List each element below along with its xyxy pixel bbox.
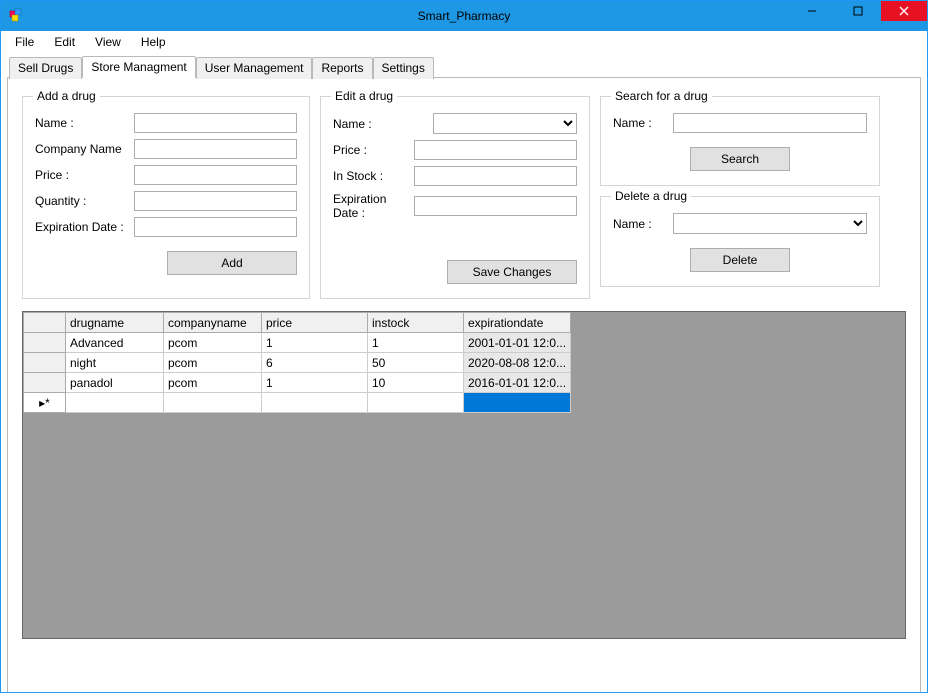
delete-name-label: Name : — [613, 217, 673, 231]
tab-sell-drugs[interactable]: Sell Drugs — [9, 57, 82, 79]
edit-price-label: Price : — [333, 143, 414, 157]
add-quantity-input[interactable] — [134, 191, 297, 211]
cell-price[interactable]: 1 — [262, 373, 368, 393]
add-price-input[interactable] — [134, 165, 297, 185]
tab-settings[interactable]: Settings — [373, 57, 434, 79]
cell-instock[interactable]: 50 — [368, 353, 464, 373]
menu-view[interactable]: View — [85, 33, 131, 51]
edit-price-input[interactable] — [414, 140, 577, 160]
add-name-label: Name : — [35, 116, 134, 130]
tab-store-management[interactable]: Store Managment — [82, 56, 195, 78]
add-expiration-input[interactable] — [134, 217, 297, 237]
search-button[interactable]: Search — [690, 147, 790, 171]
add-quantity-label: Quantity : — [35, 194, 134, 208]
window-frame: Smart_Pharmacy File Edit View Help Sell … — [0, 0, 928, 693]
grid-header-price[interactable]: price — [262, 313, 368, 333]
delete-button[interactable]: Delete — [690, 248, 790, 272]
edit-expiration-input[interactable] — [414, 196, 577, 216]
grid-header-instock[interactable]: instock — [368, 313, 464, 333]
minimize-button[interactable] — [789, 1, 835, 21]
row-header[interactable] — [24, 333, 66, 353]
cell-price[interactable] — [262, 393, 368, 413]
menu-file[interactable]: File — [5, 33, 44, 51]
cell-expirationdate[interactable]: 2001-01-01 12:0... — [464, 333, 571, 353]
add-company-label: Company Name — [35, 142, 134, 156]
table-row: night pcom 6 50 2020-08-08 12:0... — [24, 353, 571, 373]
edit-expiration-label: Expiration Date : — [333, 192, 414, 220]
edit-drug-group: Edit a drug Name : Price : In Stock : Ex… — [320, 96, 590, 299]
cell-drugname[interactable]: panadol — [66, 373, 164, 393]
menu-edit[interactable]: Edit — [44, 33, 85, 51]
grid-header-companyname[interactable]: companyname — [164, 313, 262, 333]
delete-drug-group: Delete a drug Name : Delete — [600, 196, 880, 287]
tab-reports[interactable]: Reports — [312, 57, 372, 79]
add-button[interactable]: Add — [167, 251, 297, 275]
grid-header-expirationdate[interactable]: expirationdate — [464, 313, 571, 333]
menu-help[interactable]: Help — [131, 33, 176, 51]
grid-header-drugname[interactable]: drugname — [66, 313, 164, 333]
cell-drugname[interactable] — [66, 393, 164, 413]
row-header[interactable] — [24, 373, 66, 393]
maximize-button[interactable] — [835, 1, 881, 21]
menubar: File Edit View Help — [1, 31, 927, 53]
cell-companyname[interactable] — [164, 393, 262, 413]
cell-price[interactable]: 1 — [262, 333, 368, 353]
add-drug-legend: Add a drug — [33, 89, 100, 103]
close-button[interactable] — [881, 1, 927, 21]
cell-companyname[interactable]: pcom — [164, 353, 262, 373]
grid-corner[interactable] — [24, 313, 66, 333]
edit-instock-label: In Stock : — [333, 169, 414, 183]
cell-drugname[interactable]: night — [66, 353, 164, 373]
table-new-row: ▸* — [24, 393, 571, 413]
add-expiration-label: Expiration Date : — [35, 220, 134, 234]
delete-name-combo[interactable] — [673, 213, 867, 234]
cell-instock[interactable] — [368, 393, 464, 413]
edit-drug-legend: Edit a drug — [331, 89, 397, 103]
cell-expirationdate[interactable]: 2016-01-01 12:0... — [464, 373, 571, 393]
search-drug-legend: Search for a drug — [611, 89, 712, 103]
search-name-label: Name : — [613, 116, 673, 130]
cell-drugname[interactable]: Advanced — [66, 333, 164, 353]
edit-instock-input[interactable] — [414, 166, 577, 186]
delete-drug-legend: Delete a drug — [611, 189, 691, 203]
table-row: Advanced pcom 1 1 2001-01-01 12:0... — [24, 333, 571, 353]
cell-companyname[interactable]: pcom — [164, 373, 262, 393]
tabstrip: Sell Drugs Store Managment User Manageme… — [7, 55, 921, 78]
cell-price[interactable]: 6 — [262, 353, 368, 373]
titlebar[interactable]: Smart_Pharmacy — [1, 1, 927, 31]
cell-expirationdate[interactable]: 2020-08-08 12:0... — [464, 353, 571, 373]
drug-grid[interactable]: drugname companyname price instock expir… — [22, 311, 906, 639]
add-drug-group: Add a drug Name : Company Name Price : Q… — [22, 96, 310, 299]
new-row-marker[interactable]: ▸* — [24, 393, 66, 413]
edit-name-label: Name : — [333, 117, 433, 131]
cell-instock[interactable]: 1 — [368, 333, 464, 353]
search-drug-group: Search for a drug Name : Search — [600, 96, 880, 186]
tab-content: Add a drug Name : Company Name Price : Q… — [7, 78, 921, 693]
row-header[interactable] — [24, 353, 66, 373]
cell-expirationdate[interactable] — [464, 393, 571, 413]
add-price-label: Price : — [35, 168, 134, 182]
edit-name-combo[interactable] — [433, 113, 577, 134]
search-name-input[interactable] — [673, 113, 867, 133]
cell-companyname[interactable]: pcom — [164, 333, 262, 353]
save-changes-button[interactable]: Save Changes — [447, 260, 577, 284]
tab-user-management[interactable]: User Management — [196, 57, 313, 79]
add-name-input[interactable] — [134, 113, 297, 133]
cell-instock[interactable]: 10 — [368, 373, 464, 393]
table-row: panadol pcom 1 10 2016-01-01 12:0... — [24, 373, 571, 393]
add-company-input[interactable] — [134, 139, 297, 159]
